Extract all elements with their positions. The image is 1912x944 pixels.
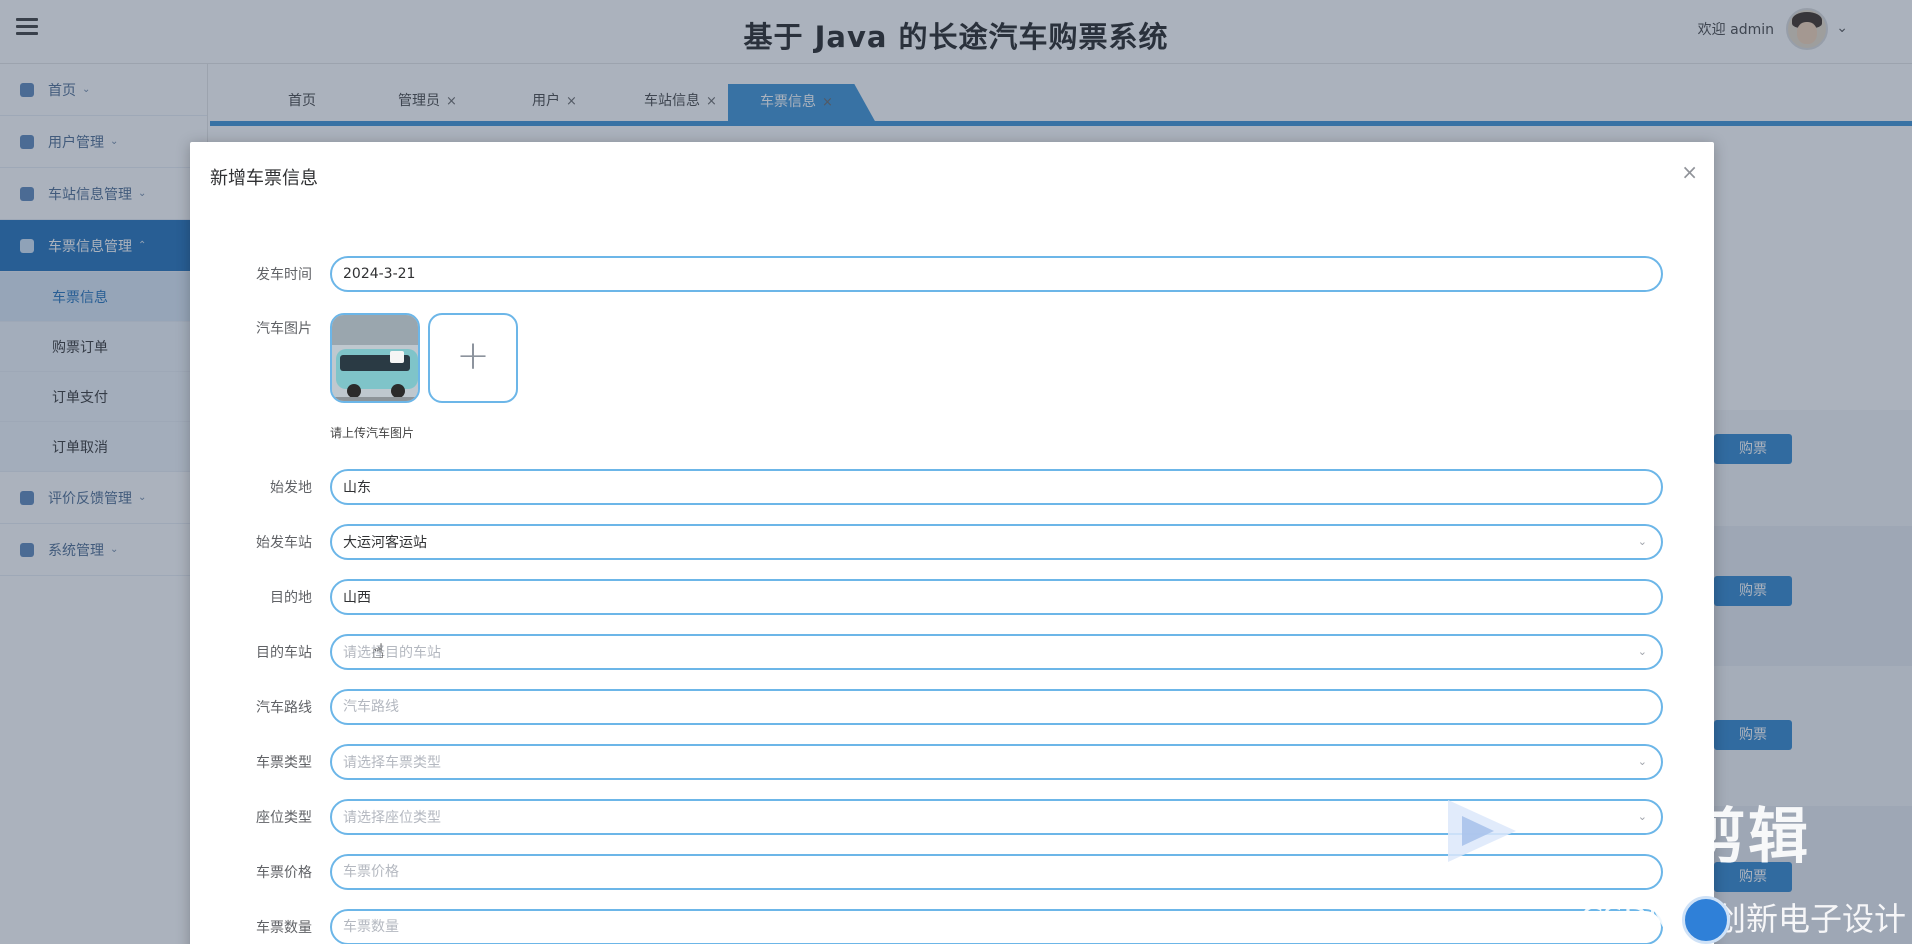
chevron-down-icon: ⌄ bbox=[1637, 645, 1647, 658]
floating-assistant-button[interactable] bbox=[1682, 896, 1730, 944]
hand-cursor-icon: ☝ bbox=[372, 639, 385, 663]
ticket-type-select[interactable]: 请选择车票类型 ⌄ bbox=[330, 744, 1663, 780]
quantity-input[interactable] bbox=[343, 911, 1661, 943]
close-icon[interactable]: × bbox=[1681, 160, 1698, 184]
departure-time-field[interactable] bbox=[330, 256, 1663, 292]
chevron-down-icon: ⌄ bbox=[1637, 535, 1647, 548]
destination-label: 目的地 bbox=[270, 590, 312, 606]
route-field[interactable] bbox=[330, 689, 1663, 725]
watermark-logo-text: 剪辑 bbox=[1686, 802, 1810, 872]
ticket-type-label: 车票类型 bbox=[256, 755, 312, 771]
chevron-down-icon: ⌄ bbox=[1637, 810, 1647, 823]
bus-image-thumbnail[interactable] bbox=[330, 313, 420, 403]
origin-label: 始发地 bbox=[270, 480, 312, 496]
play-logo-icon bbox=[1448, 800, 1516, 862]
quantity-label: 车票数量 bbox=[256, 920, 312, 936]
quantity-field[interactable] bbox=[330, 909, 1663, 944]
ticket-type-placeholder: 请选择车票类型 bbox=[343, 755, 441, 771]
dialog-title: 新增车票信息 bbox=[210, 168, 318, 189]
plus-icon: + bbox=[456, 333, 490, 379]
origin-field[interactable] bbox=[330, 469, 1663, 505]
dest-station-placeholder: 请选择目的车站 bbox=[343, 645, 441, 661]
seat-type-label: 座位类型 bbox=[256, 810, 312, 826]
price-label: 车票价格 bbox=[256, 865, 312, 881]
dest-station-select[interactable]: 请选择目的车站 ⌄ bbox=[330, 634, 1663, 670]
departure-time-label: 发车时间 bbox=[256, 267, 312, 283]
seat-type-placeholder: 请选择座位类型 bbox=[343, 810, 441, 826]
upload-hint: 请上传汽车图片 bbox=[330, 426, 415, 440]
bus-photo-image bbox=[332, 315, 418, 401]
origin-station-label: 始发车站 bbox=[256, 535, 312, 551]
chevron-down-icon: ⌄ bbox=[1637, 755, 1647, 768]
departure-time-input[interactable] bbox=[343, 258, 1661, 290]
upload-add-button[interactable]: + bbox=[428, 313, 518, 403]
destination-field[interactable] bbox=[330, 579, 1663, 615]
origin-station-select[interactable]: 大运河客运站 ⌄ bbox=[330, 524, 1663, 560]
dest-station-label: 目的车站 bbox=[256, 645, 312, 661]
origin-station-value: 大运河客运站 bbox=[343, 535, 427, 551]
route-label: 汽车路线 bbox=[256, 700, 312, 716]
destination-input[interactable] bbox=[343, 581, 1661, 613]
route-input[interactable] bbox=[343, 691, 1661, 723]
origin-input[interactable] bbox=[343, 471, 1661, 503]
bus-image-label: 汽车图片 bbox=[256, 321, 312, 337]
watermark-csdn: CSDN @创新电子设计 bbox=[1580, 900, 1906, 938]
